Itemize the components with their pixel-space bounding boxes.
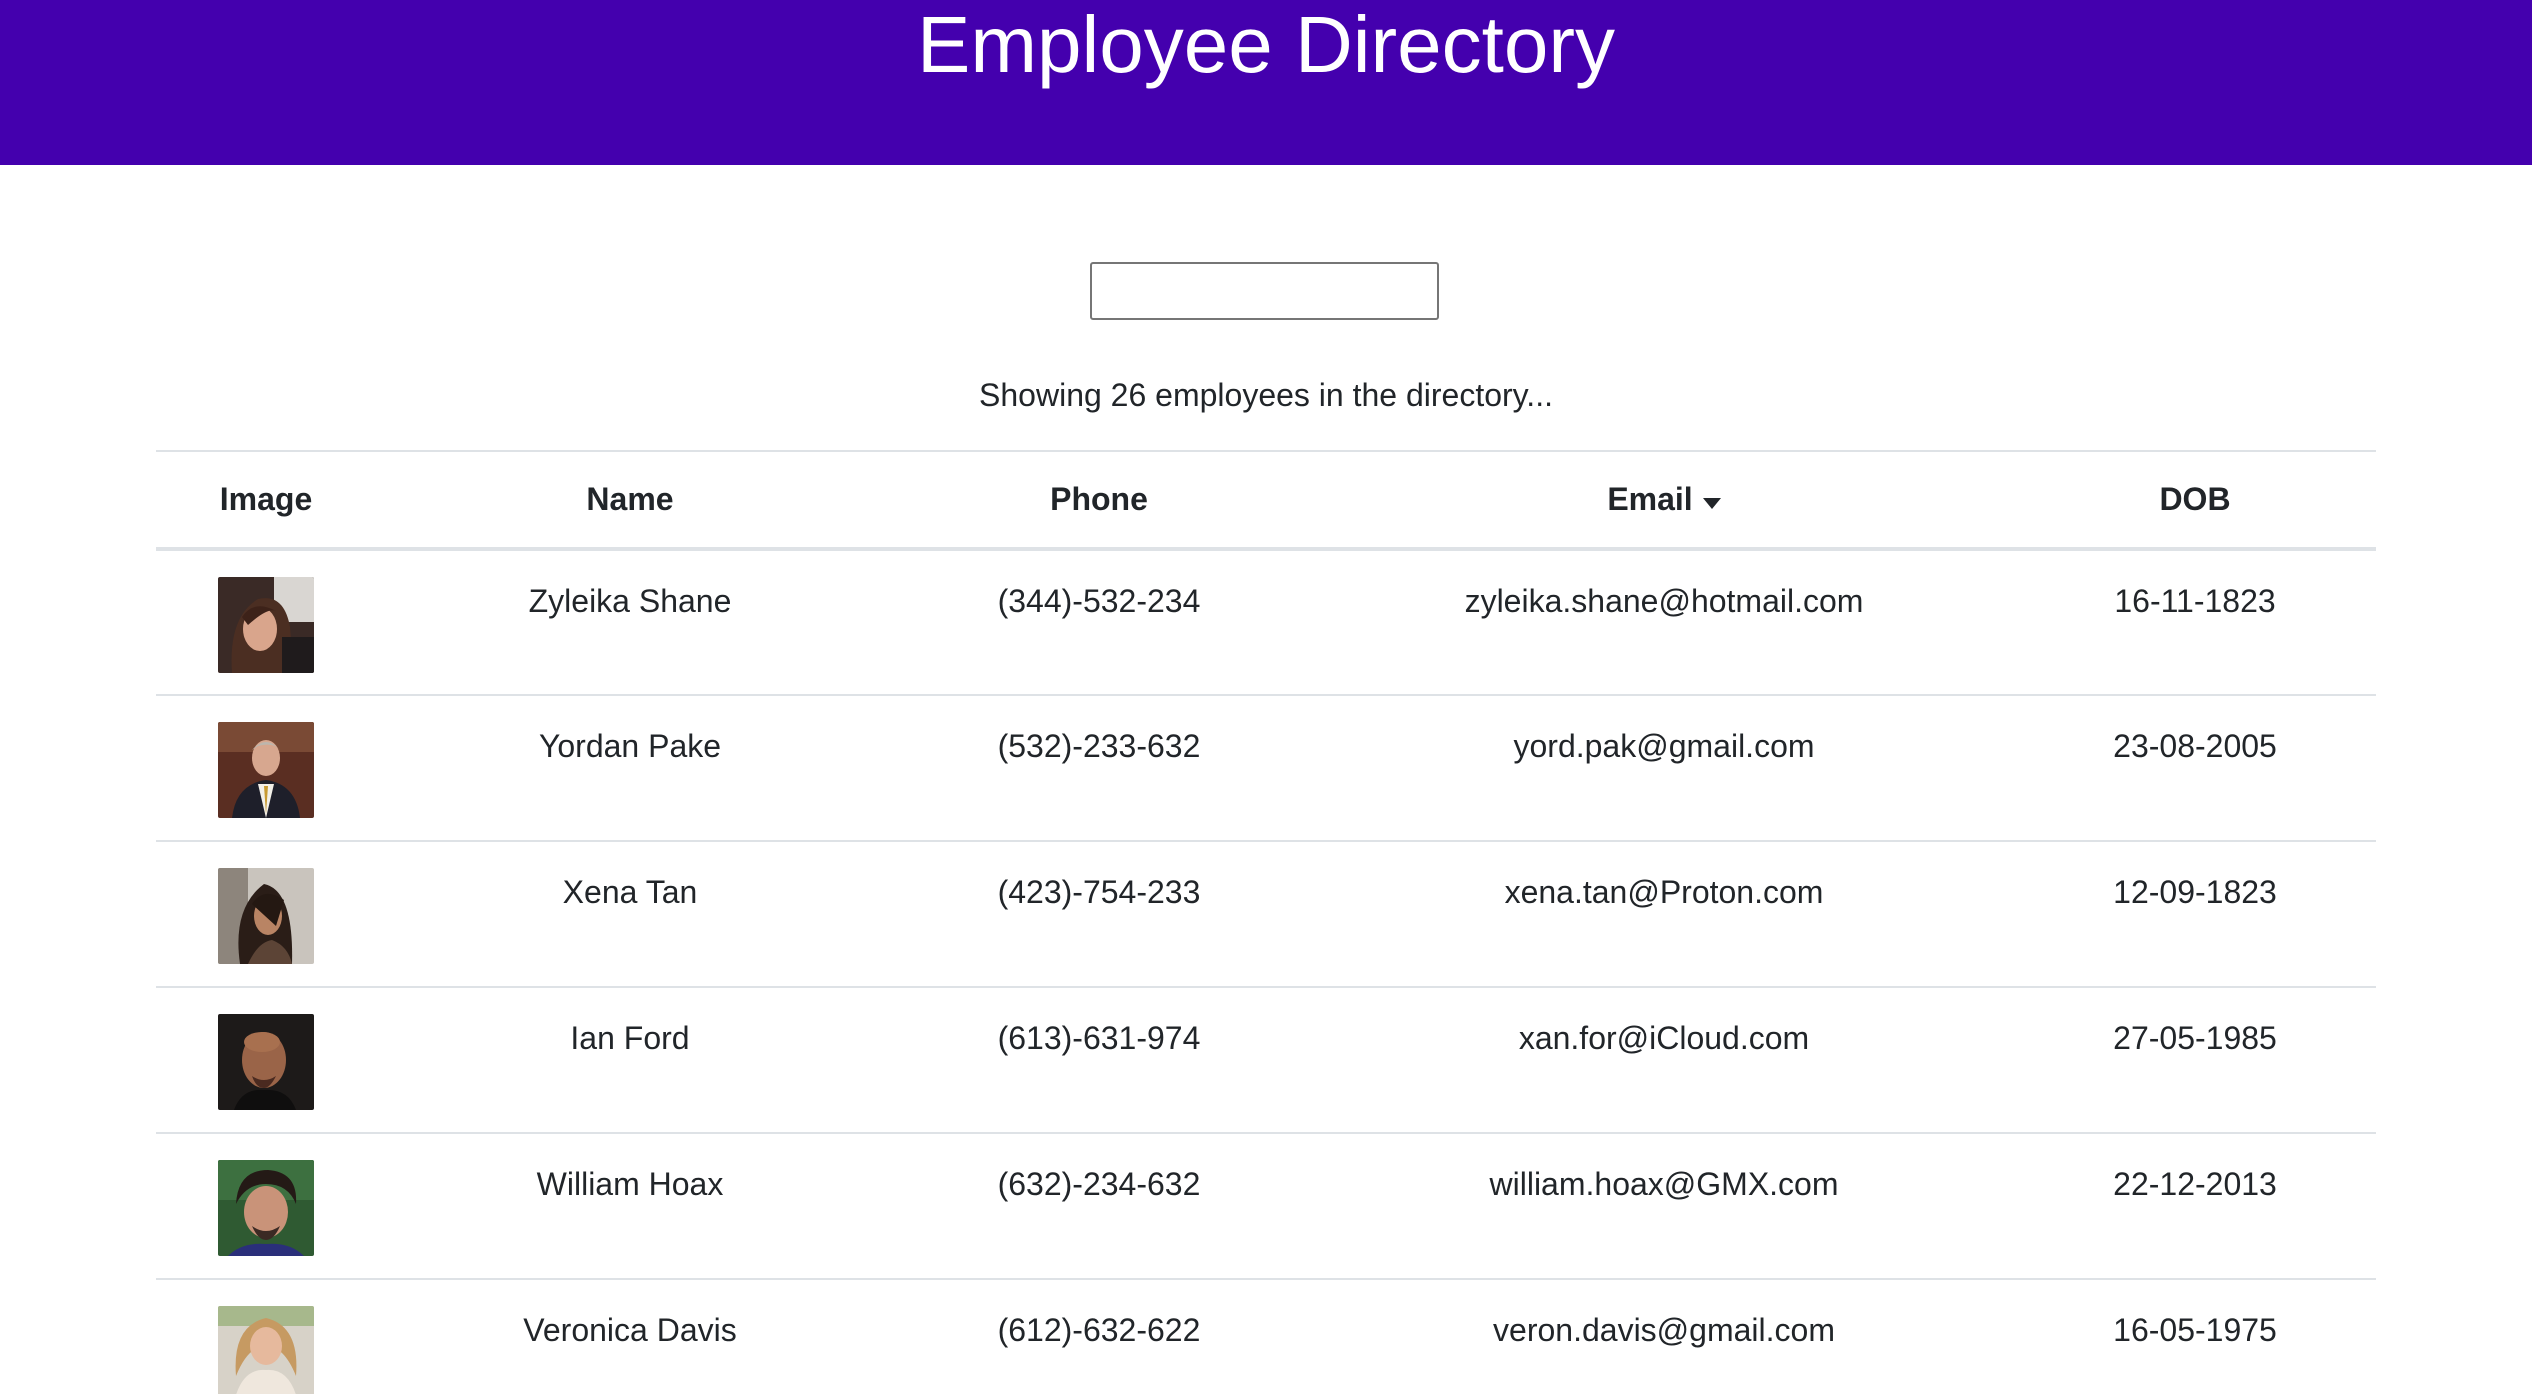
employee-email: zyleika.shane@hotmail.com — [1314, 549, 2014, 696]
employee-email: veron.davis@gmail.com — [1314, 1279, 2014, 1394]
employee-email: william.hoax@GMX.com — [1314, 1133, 2014, 1280]
table-row: William Hoax (632)-234-632 william.hoax@… — [156, 1133, 2376, 1280]
employee-count-text: Showing 26 employees in the directory... — [979, 377, 1553, 413]
table-row: Ian Ford (613)-631-974 xan.for@iCloud.co… — [156, 987, 2376, 1134]
employee-phone: (613)-631-974 — [884, 987, 1314, 1134]
employee-dob: 27-05-1985 — [2014, 987, 2376, 1134]
table-row: Xena Tan (423)-754-233 xena.tan@Proton.c… — [156, 841, 2376, 988]
employee-name: William Hoax — [376, 1133, 884, 1280]
employee-name: Yordan Pake — [376, 695, 884, 842]
employee-email: xan.for@iCloud.com — [1314, 987, 2014, 1134]
avatar-cell — [156, 549, 376, 696]
column-header-phone[interactable]: Phone — [884, 450, 1314, 551]
table-header-row: Image Name Phone Email DOB — [156, 450, 2376, 551]
avatar — [218, 1160, 314, 1256]
avatar-cell — [156, 841, 376, 988]
employee-phone: (632)-234-632 — [884, 1133, 1314, 1280]
column-header-name[interactable]: Name — [376, 450, 884, 551]
page: Employee Directory Showing 26 employees … — [0, 0, 2532, 1394]
employee-dob: 16-11-1823 — [2014, 549, 2376, 696]
avatar-cell — [156, 1133, 376, 1280]
employee-name: Xena Tan — [376, 841, 884, 988]
column-header-email[interactable]: Email — [1314, 450, 2014, 551]
employee-phone: (612)-632-622 — [884, 1279, 1314, 1394]
employee-name: Zyleika Shane — [376, 549, 884, 696]
employee-phone: (344)-532-234 — [884, 549, 1314, 696]
employee-dob: 16-05-1975 — [2014, 1279, 2376, 1394]
avatar-cell — [156, 987, 376, 1134]
employee-table: Image Name Phone Email DOB Zyleika Shane… — [156, 450, 2376, 1394]
employee-phone: (423)-754-233 — [884, 841, 1314, 988]
employee-email: yord.pak@gmail.com — [1314, 695, 2014, 842]
table-row: Veronica Davis (612)-632-622 veron.davis… — [156, 1279, 2376, 1394]
avatar — [218, 577, 314, 673]
employee-dob: 22-12-2013 — [2014, 1133, 2376, 1280]
avatar — [218, 1014, 314, 1110]
employee-dob: 12-09-1823 — [2014, 841, 2376, 988]
table-row: Yordan Pake (532)-233-632 yord.pak@gmail… — [156, 695, 2376, 842]
avatar — [218, 868, 314, 964]
avatar-cell — [156, 695, 376, 842]
employee-phone: (532)-233-632 — [884, 695, 1314, 842]
avatar — [218, 1306, 314, 1394]
employee-dob: 23-08-2005 — [2014, 695, 2376, 842]
column-header-dob[interactable]: DOB — [2014, 450, 2376, 551]
search-input[interactable] — [1090, 262, 1439, 320]
table-row: Zyleika Shane (344)-532-234 zyleika.shan… — [156, 549, 2376, 696]
column-header-image[interactable]: Image — [156, 450, 376, 551]
sort-caret-down-icon[interactable] — [1702, 498, 1721, 510]
employee-table-body: Zyleika Shane (344)-532-234 zyleika.shan… — [156, 549, 2376, 1394]
employee-name: Veronica Davis — [376, 1279, 884, 1394]
page-header: Employee Directory — [0, 0, 2532, 165]
employee-email: xena.tan@Proton.com — [1314, 841, 2014, 988]
avatar — [218, 722, 314, 818]
page-title: Employee Directory — [916, 0, 1615, 89]
avatar-cell — [156, 1279, 376, 1394]
employee-name: Ian Ford — [376, 987, 884, 1134]
